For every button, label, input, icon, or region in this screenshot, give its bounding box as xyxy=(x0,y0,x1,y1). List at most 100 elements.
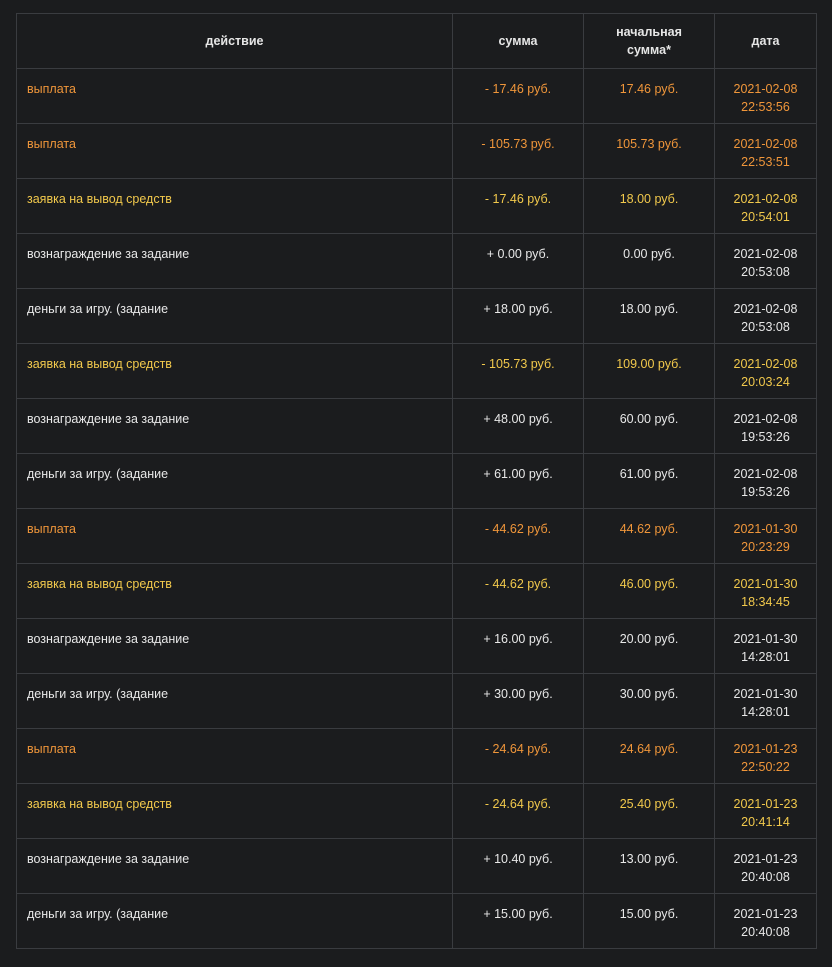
column-header-amount: сумма xyxy=(452,13,584,69)
date-value: 2021-01-23 xyxy=(733,797,798,811)
cell-action: деньги за игру. (задание xyxy=(16,673,453,729)
cell-initial-amount: 44.62 руб. xyxy=(583,508,715,564)
table-row: выплата - 17.46 руб. 17.46 руб. 2021-02-08 2… xyxy=(16,68,817,124)
table-row: выплата - 105.73 руб. 105.73 руб. 2021-02-0… xyxy=(16,123,817,179)
cell-amount: - 24.64 руб. xyxy=(452,728,584,784)
transactions-table-container: действие сумма начальная сумма* дата вып… xyxy=(16,13,817,949)
cell-amount: + 16.00 руб. xyxy=(452,618,584,674)
cell-action: выплата xyxy=(16,508,453,564)
cell-action: выплата xyxy=(16,68,453,124)
cell-action: деньги за игру. (задание xyxy=(16,453,453,509)
time-value: 19:53:26 xyxy=(741,430,790,444)
date-value: 2021-02-08 xyxy=(733,82,798,96)
table-row: заявка на вывод средств - 105.73 руб. 109.… xyxy=(16,343,817,399)
table-row: вознаграждение за задание + 16.00 руб. 20.… xyxy=(16,618,817,674)
cell-amount: + 15.00 руб. xyxy=(452,893,584,949)
cell-date: 2021-01-30 14:28:01 xyxy=(714,618,817,674)
time-value: 20:41:14 xyxy=(741,815,790,829)
cell-date: 2021-02-08 20:53:08 xyxy=(714,288,817,344)
cell-initial-amount: 105.73 руб. xyxy=(583,123,715,179)
table-row: заявка на вывод средств - 44.62 руб. 46.00… xyxy=(16,563,817,619)
time-value: 20:23:29 xyxy=(741,540,790,554)
transactions-table: действие сумма начальная сумма* дата вып… xyxy=(16,13,817,949)
time-value: 19:53:26 xyxy=(741,485,790,499)
cell-amount: - 17.46 руб. xyxy=(452,178,584,234)
cell-date: 2021-02-08 20:03:24 xyxy=(714,343,817,399)
table-row: заявка на вывод средств - 24.64 руб. 25.40… xyxy=(16,783,817,839)
time-value: 18:34:45 xyxy=(741,595,790,609)
table-row: заявка на вывод средств - 17.46 руб. 18.00… xyxy=(16,178,817,234)
table-row: деньги за игру. (задание + 61.00 руб. 61.0… xyxy=(16,453,817,509)
cell-date: 2021-01-23 20:40:08 xyxy=(714,893,817,949)
cell-amount: + 61.00 руб. xyxy=(452,453,584,509)
date-value: 2021-02-08 xyxy=(733,192,798,206)
cell-initial-amount: 0.00 руб. xyxy=(583,233,715,289)
cell-initial-amount: 25.40 руб. xyxy=(583,783,715,839)
cell-amount: + 18.00 руб. xyxy=(452,288,584,344)
column-header-initial-amount: начальная сумма* xyxy=(583,13,715,69)
table-row: вознаграждение за задание + 0.00 руб. 0.00… xyxy=(16,233,817,289)
cell-action: заявка на вывод средств xyxy=(16,343,453,399)
cell-action: выплата xyxy=(16,123,453,179)
time-value: 20:53:08 xyxy=(741,265,790,279)
date-value: 2021-02-08 xyxy=(733,137,798,151)
cell-amount: - 44.62 руб. xyxy=(452,563,584,619)
date-value: 2021-02-08 xyxy=(733,302,798,316)
table-header-row: действие сумма начальная сумма* дата xyxy=(16,13,817,69)
cell-date: 2021-02-08 22:53:51 xyxy=(714,123,817,179)
table-row: вознаграждение за задание + 48.00 руб. 60.… xyxy=(16,398,817,454)
cell-initial-amount: 20.00 руб. xyxy=(583,618,715,674)
cell-date: 2021-01-30 18:34:45 xyxy=(714,563,817,619)
cell-amount: + 0.00 руб. xyxy=(452,233,584,289)
cell-initial-amount: 61.00 руб. xyxy=(583,453,715,509)
cell-amount: - 105.73 руб. xyxy=(452,343,584,399)
date-value: 2021-02-08 xyxy=(733,467,798,481)
cell-initial-amount: 30.00 руб. xyxy=(583,673,715,729)
time-value: 20:40:08 xyxy=(741,925,790,939)
cell-initial-amount: 109.00 руб. xyxy=(583,343,715,399)
initial-amount-header-line1: начальная xyxy=(616,25,682,39)
date-value: 2021-01-30 xyxy=(733,522,798,536)
date-value: 2021-01-23 xyxy=(733,742,798,756)
cell-date: 2021-02-08 20:53:08 xyxy=(714,233,817,289)
cell-initial-amount: 46.00 руб. xyxy=(583,563,715,619)
cell-action: деньги за игру. (задание xyxy=(16,288,453,344)
cell-amount: - 44.62 руб. xyxy=(452,508,584,564)
time-value: 14:28:01 xyxy=(741,650,790,664)
time-value: 20:40:08 xyxy=(741,870,790,884)
table-row: деньги за игру. (задание + 15.00 руб. 15.0… xyxy=(16,893,817,949)
date-value: 2021-01-30 xyxy=(733,632,798,646)
time-value: 22:53:51 xyxy=(741,155,790,169)
cell-action: вознаграждение за задание xyxy=(16,398,453,454)
date-value: 2021-01-23 xyxy=(733,907,798,921)
cell-amount: + 48.00 руб. xyxy=(452,398,584,454)
cell-date: 2021-02-08 19:53:26 xyxy=(714,453,817,509)
cell-initial-amount: 18.00 руб. xyxy=(583,288,715,344)
date-value: 2021-02-08 xyxy=(733,247,798,261)
cell-initial-amount: 60.00 руб. xyxy=(583,398,715,454)
cell-date: 2021-01-30 20:23:29 xyxy=(714,508,817,564)
table-row: выплата - 24.64 руб. 24.64 руб. 2021-01-23 2… xyxy=(16,728,817,784)
table-row: вознаграждение за задание + 10.40 руб. 13.… xyxy=(16,838,817,894)
cell-date: 2021-02-08 22:53:56 xyxy=(714,68,817,124)
cell-date: 2021-01-30 14:28:01 xyxy=(714,673,817,729)
time-value: 22:53:56 xyxy=(741,100,790,114)
cell-initial-amount: 24.64 руб. xyxy=(583,728,715,784)
table-row: выплата - 44.62 руб. 44.62 руб. 2021-01-30 2… xyxy=(16,508,817,564)
cell-amount: + 30.00 руб. xyxy=(452,673,584,729)
cell-amount: + 10.40 руб. xyxy=(452,838,584,894)
cell-date: 2021-01-23 22:50:22 xyxy=(714,728,817,784)
date-value: 2021-02-08 xyxy=(733,412,798,426)
cell-action: заявка на вывод средств xyxy=(16,563,453,619)
time-value: 20:54:01 xyxy=(741,210,790,224)
cell-date: 2021-01-23 20:41:14 xyxy=(714,783,817,839)
cell-action: заявка на вывод средств xyxy=(16,783,453,839)
cell-date: 2021-01-23 20:40:08 xyxy=(714,838,817,894)
cell-action: вознаграждение за задание xyxy=(16,233,453,289)
cell-amount: - 105.73 руб. xyxy=(452,123,584,179)
date-value: 2021-01-23 xyxy=(733,852,798,866)
cell-action: выплата xyxy=(16,728,453,784)
time-value: 22:50:22 xyxy=(741,760,790,774)
cell-action: вознаграждение за задание xyxy=(16,618,453,674)
time-value: 14:28:01 xyxy=(741,705,790,719)
